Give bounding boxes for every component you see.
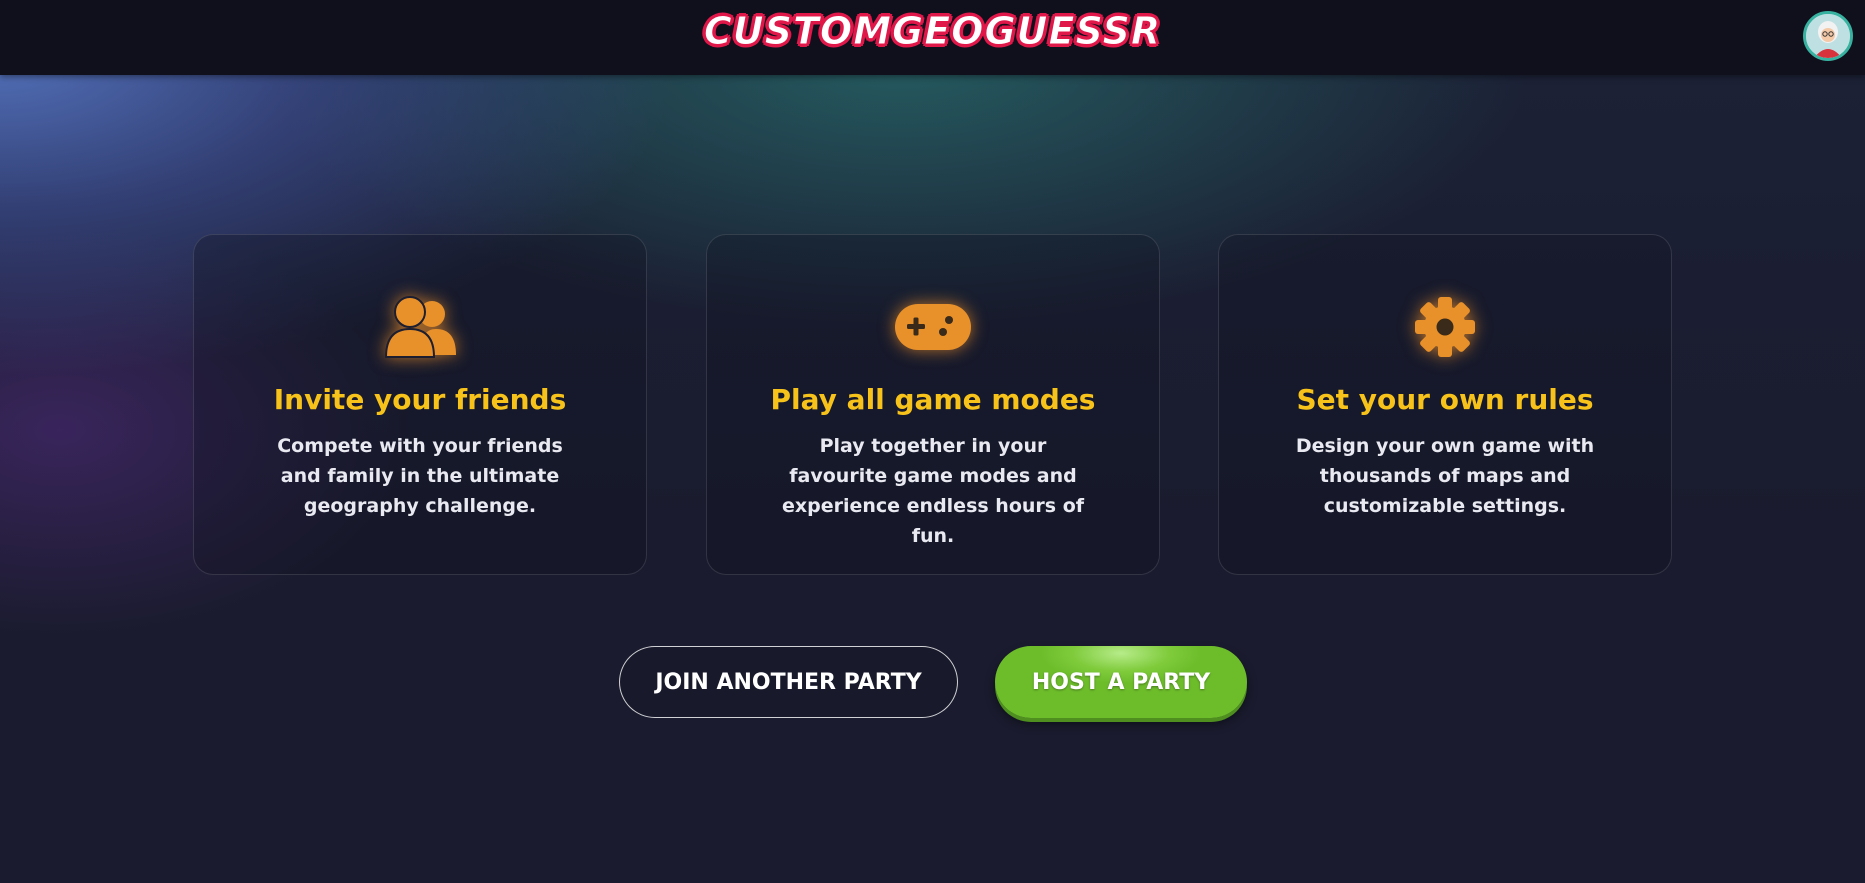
feature-title: Set your own rules (1296, 383, 1594, 416)
site-logo[interactable]: CUSTOMGEOGUESSR (0, 9, 1865, 54)
users-icon (194, 295, 646, 359)
gear-icon (1219, 295, 1671, 359)
feature-card-game-modes: Play all game modes Play together in you… (706, 234, 1160, 575)
page: CUSTOMGEOGUESSR Invite your friends Comp… (0, 0, 1865, 883)
feature-card-rules: Set your own rules Design your own game … (1218, 234, 1672, 575)
feature-card-invite: Invite your friends Compete with your fr… (193, 234, 647, 575)
feature-description: Design your own game with thousands of m… (1295, 435, 1595, 517)
user-avatar-icon (1806, 14, 1850, 58)
top-navbar: CUSTOMGEOGUESSR (0, 0, 1865, 75)
feature-title: Invite your friends (273, 383, 567, 416)
user-avatar-button[interactable] (1803, 11, 1853, 61)
join-party-button[interactable]: JOIN ANOTHER PARTY (619, 646, 958, 718)
feature-title: Play all game modes (770, 383, 1096, 416)
host-party-button[interactable]: HOST A PARTY (995, 646, 1247, 718)
feature-description: Play together in your favourite game mod… (781, 435, 1085, 547)
gamepad-icon (707, 295, 1159, 359)
feature-description: Compete with your friends and family in … (277, 435, 563, 517)
